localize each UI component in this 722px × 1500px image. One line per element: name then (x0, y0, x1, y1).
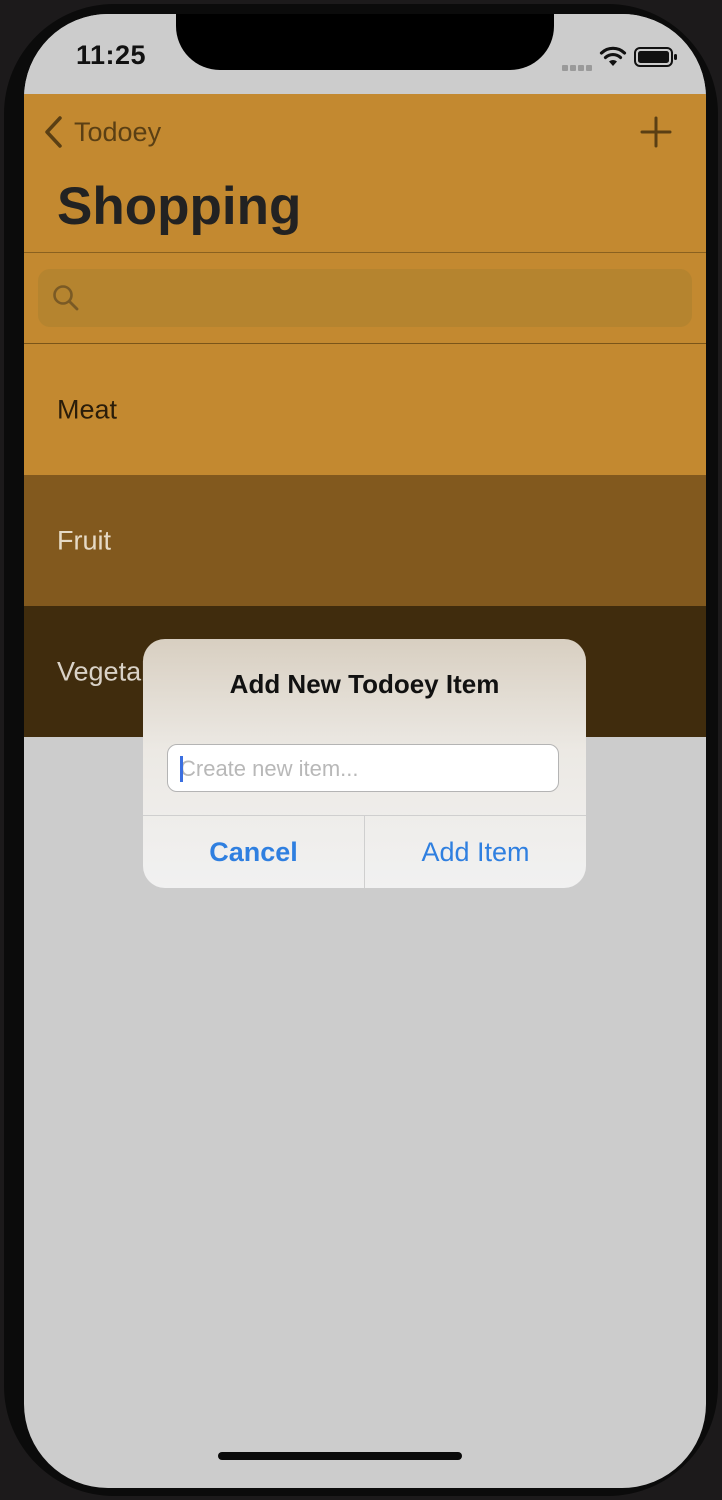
text-cursor (180, 756, 183, 782)
back-label: Todoey (74, 116, 162, 147)
list-item[interactable]: Fruit (24, 475, 706, 606)
cancel-button[interactable]: Cancel (143, 816, 365, 888)
notch (176, 14, 554, 70)
alert-actions: Cancel Add Item (143, 815, 586, 888)
add-item-alert: Add New Todoey Item Create new item... C… (143, 639, 586, 888)
home-indicator[interactable] (218, 1452, 462, 1460)
alert-title: Add New Todoey Item (229, 669, 500, 699)
input-placeholder: Create new item... (180, 756, 359, 781)
back-button[interactable]: Todoey (42, 114, 161, 150)
page-title: Shopping (57, 177, 302, 236)
list-item[interactable]: Meat (24, 344, 706, 475)
status-bar: 11:25 (24, 14, 706, 94)
search-input[interactable] (38, 269, 692, 327)
add-item-button[interactable] (640, 116, 672, 148)
chevron-left-icon (45, 116, 62, 148)
add-item-confirm-button[interactable]: Add Item (365, 816, 586, 888)
wifi-icon (599, 46, 627, 66)
list-item-label: Fruit (57, 525, 111, 555)
battery-icon (634, 47, 677, 67)
list-item-label: Meat (57, 394, 118, 424)
new-item-input[interactable]: Create new item... (167, 744, 559, 792)
search-bar (24, 253, 706, 344)
screen: 11:25 Todoey Shopping Meat Fruit Vegetab… (24, 14, 706, 1488)
status-time: 11:25 (76, 40, 147, 70)
search-icon (53, 285, 79, 311)
navigation-bar: Todoey Shopping (24, 94, 706, 253)
device-frame: 11:25 Todoey Shopping Meat Fruit Vegetab… (0, 0, 722, 1500)
cellular-signal-icon (562, 58, 596, 71)
